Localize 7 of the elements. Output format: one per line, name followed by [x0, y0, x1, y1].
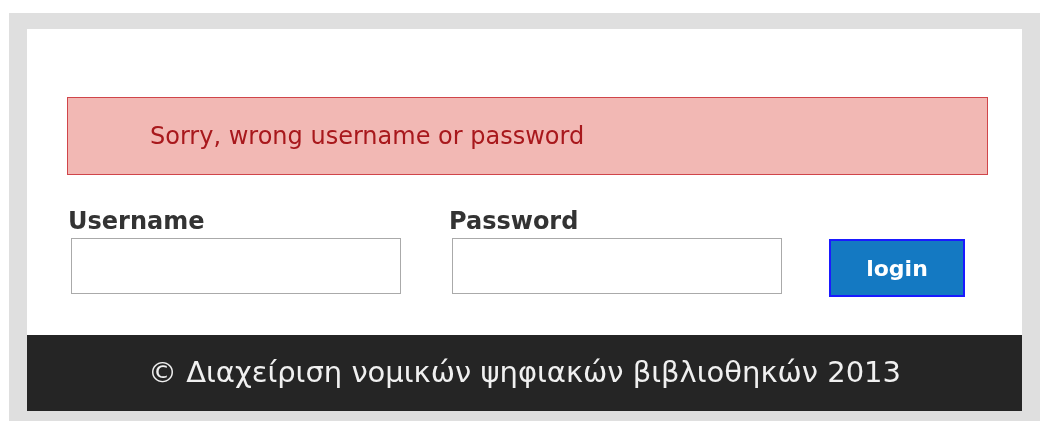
input-field[interactable]: [452, 238, 782, 294]
login-button[interactable]: login: [829, 239, 965, 297]
input-field[interactable]: [71, 238, 401, 294]
field-label: Username: [68, 207, 206, 235]
footer-text: © Διαχείριση νομικών ψηφιακών βιβλιοθηκών 2013: [147, 354, 902, 392]
error-message: Sorry, wrong username or password: [150, 121, 585, 152]
field-label: Password: [449, 207, 580, 235]
